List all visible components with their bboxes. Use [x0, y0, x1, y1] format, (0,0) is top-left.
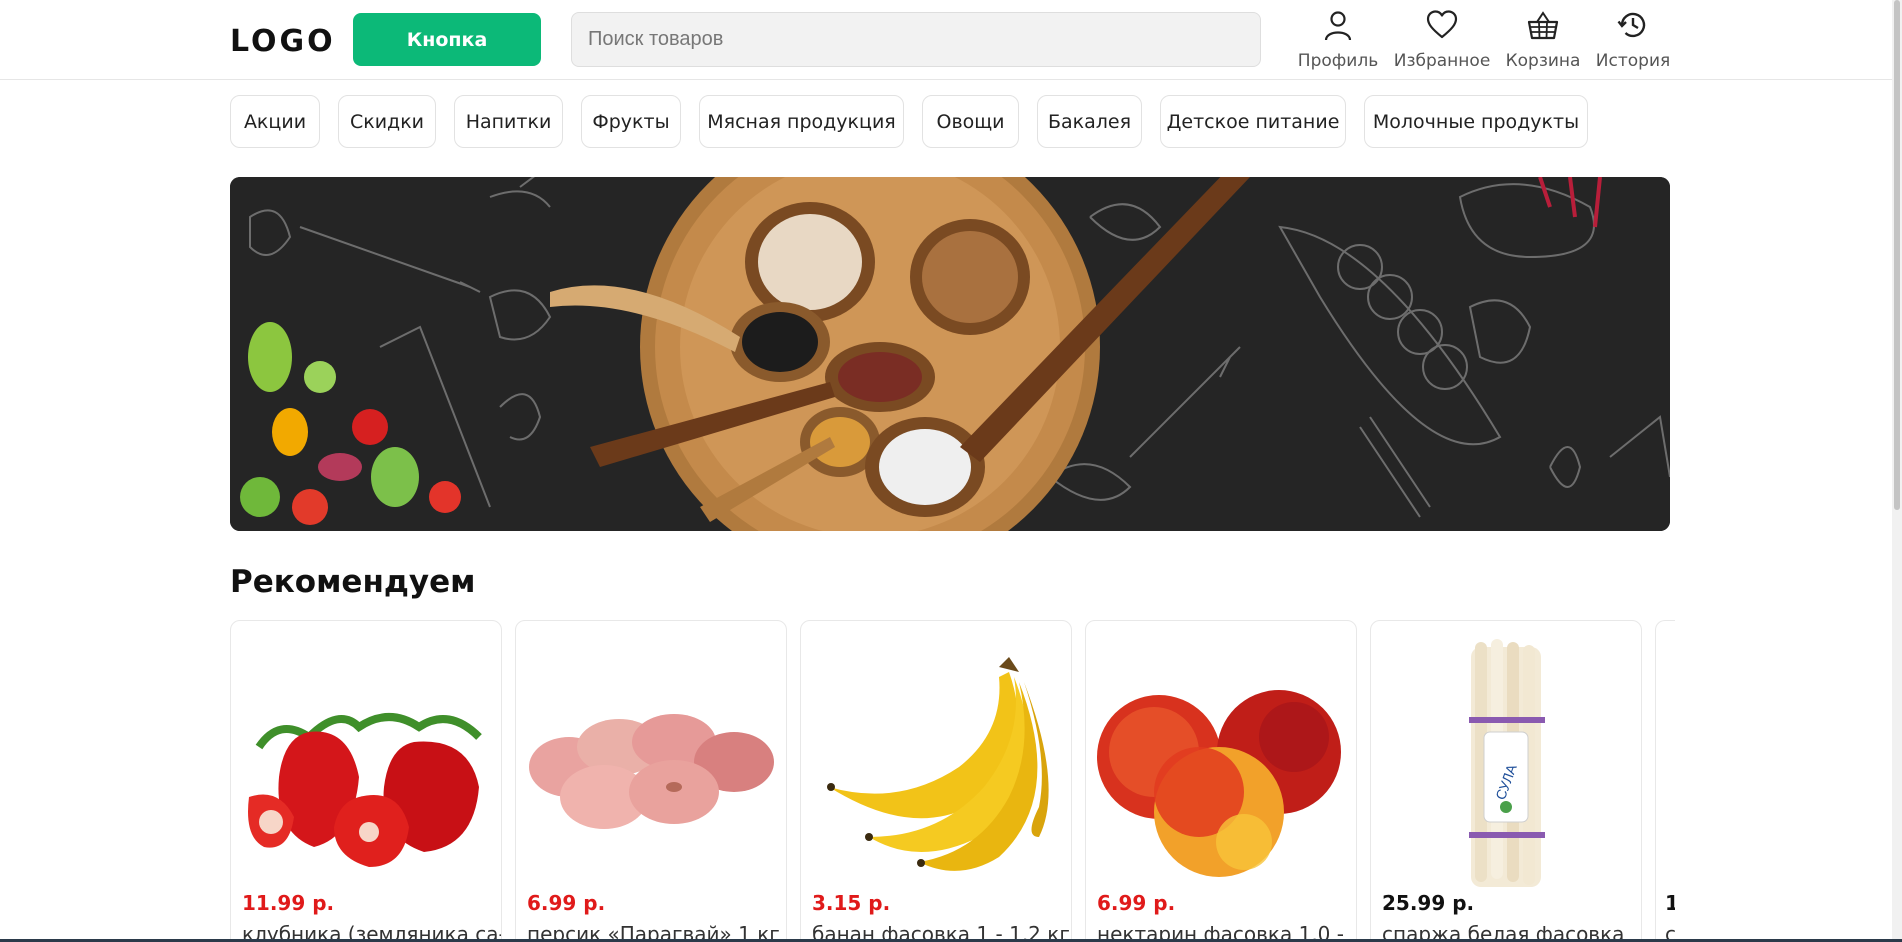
category-meat[interactable]: Мясная продукция: [699, 95, 904, 148]
header: LOGO Кнопка Профиль Избранное Корзина Ис…: [0, 0, 1902, 80]
product-image: [809, 637, 1063, 887]
category-discounts[interactable]: Скидки: [338, 95, 436, 148]
scrollbar-thumb[interactable]: [1894, 0, 1900, 510]
search-input[interactable]: [571, 12, 1261, 67]
nav-favorites-label: Избранное: [1393, 51, 1491, 71]
nav-profile-label: Профиль: [1297, 51, 1379, 71]
product-image: СУЛА: [1379, 637, 1633, 887]
category-promotions[interactable]: Акции: [230, 95, 320, 148]
user-icon: [1324, 11, 1352, 41]
page-scrollbar[interactable]: [1892, 0, 1902, 942]
nav-cart[interactable]: Корзина: [1505, 9, 1581, 71]
category-fruits[interactable]: Фрукты: [581, 95, 681, 148]
product-price: 3.15 р.: [812, 891, 891, 915]
nav-history[interactable]: История: [1595, 9, 1671, 71]
product-card-nectarine[interactable]: 6.99 р. нектарин фасовка 1,0 -: [1085, 620, 1357, 942]
nav-cart-label: Корзина: [1505, 51, 1581, 71]
strawberry-image: [248, 713, 482, 867]
nav-history-label: История: [1595, 51, 1671, 71]
spices-banner-image: [230, 177, 1670, 531]
nav-profile[interactable]: Профиль: [1297, 9, 1379, 71]
product-image: [239, 637, 493, 887]
product-card-asparagus[interactable]: СУЛА 25.99 р. спаржа белая фасовка: [1370, 620, 1642, 942]
banana-image: [827, 657, 1049, 871]
product-image: [1094, 637, 1348, 887]
category-grocery[interactable]: Бакалея: [1037, 95, 1142, 148]
product-price: 25.99 р.: [1382, 891, 1475, 915]
basket-icon: [1527, 11, 1559, 40]
promo-banner[interactable]: [230, 177, 1670, 531]
product-image: [524, 637, 778, 887]
heart-icon: [1426, 10, 1458, 39]
product-price: 6.99 р.: [1097, 891, 1176, 915]
category-drinks[interactable]: Напитки: [454, 95, 563, 148]
history-icon: [1617, 12, 1646, 38]
nectarine-image: [1097, 690, 1341, 877]
asparagus-image: СУЛА: [1469, 639, 1545, 887]
product-card-peach[interactable]: 6.99 р. персик «Парагвай» 1 кг: [515, 620, 787, 942]
category-vegetables[interactable]: Овощи: [922, 95, 1019, 148]
category-baby-food[interactable]: Детское питание: [1160, 95, 1346, 148]
main-button[interactable]: Кнопка: [353, 13, 541, 66]
product-card-partial[interactable]: 1 с: [1655, 620, 1675, 942]
product-price: 6.99 р.: [527, 891, 606, 915]
category-dairy[interactable]: Молочные продукты: [1364, 95, 1588, 148]
section-title: Рекомендуем: [230, 564, 476, 600]
product-card-strawberry[interactable]: 11.99 р. клубника (земляника са-: [230, 620, 502, 942]
product-price: 11.99 р.: [242, 891, 335, 915]
product-price: 1: [1665, 891, 1675, 915]
peach-image: [529, 714, 774, 829]
logo[interactable]: LOGO: [230, 24, 336, 59]
nav-favorites[interactable]: Избранное: [1393, 9, 1491, 71]
product-card-banana[interactable]: 3.15 р. банан фасовка 1 - 1,2 кг: [800, 620, 1072, 942]
